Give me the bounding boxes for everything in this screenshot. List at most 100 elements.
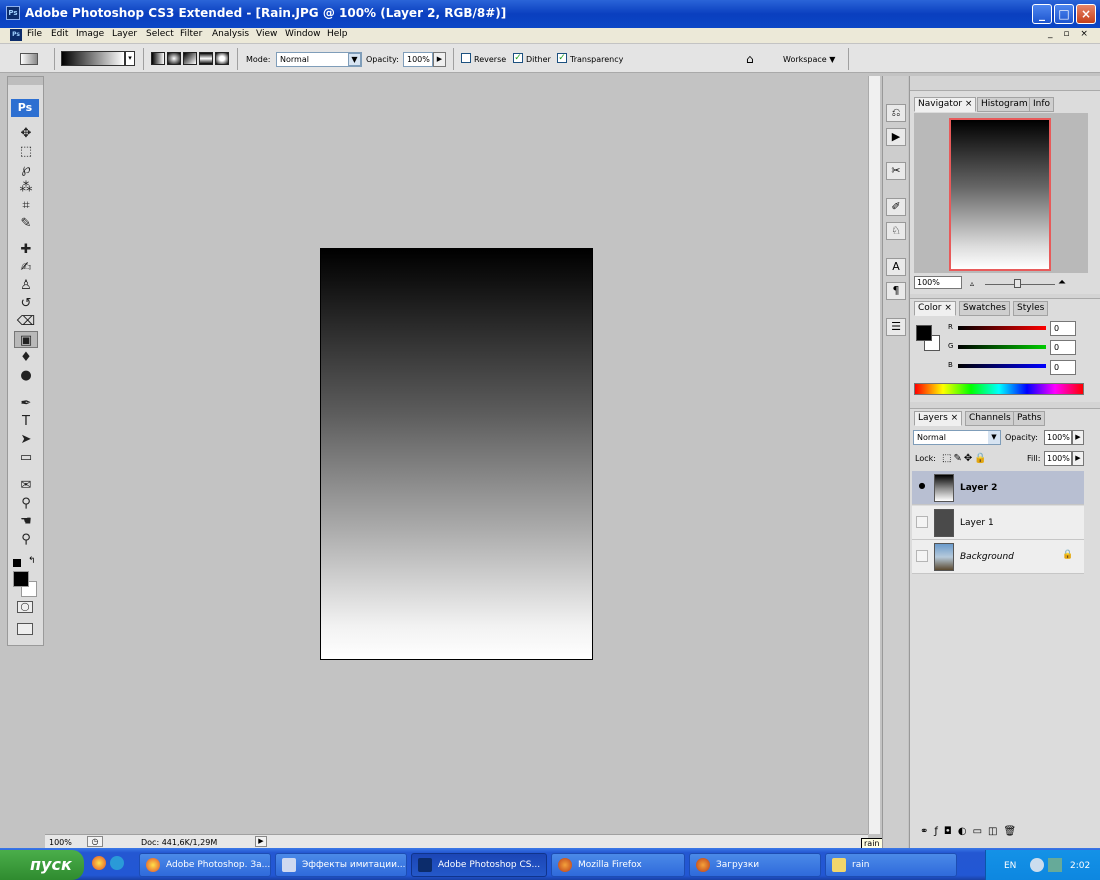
layer-name[interactable]: Layer 1 — [960, 518, 994, 528]
crop-icon[interactable]: ⌗ — [14, 197, 38, 214]
status-info-icon[interactable]: ◷ — [87, 836, 103, 847]
zoom-icon[interactable]: ⚲ — [14, 531, 38, 548]
gradient-dropdown-arrow-icon[interactable]: ▾ — [125, 51, 135, 66]
add-mask-icon[interactable]: ◘ — [944, 826, 958, 837]
tool-presets-icon[interactable]: ✂ — [886, 162, 906, 180]
magic-wand-icon[interactable]: ⁂ — [14, 179, 38, 196]
ps-logo[interactable]: Ps — [11, 99, 39, 117]
shape-icon[interactable]: ▭ — [14, 449, 38, 466]
zoom-out-icon[interactable]: ▵ — [970, 279, 974, 288]
menu-view[interactable]: View — [256, 29, 277, 39]
opacity-arrow-icon[interactable]: ▶ — [1072, 430, 1084, 445]
gradient-icon[interactable]: ▣ — [14, 331, 38, 348]
channel-b-slider[interactable] — [958, 364, 1046, 368]
eye-icon[interactable]: ● — [916, 481, 928, 493]
tab-styles[interactable]: Styles — [1013, 301, 1049, 316]
menu-window[interactable]: Window — [285, 29, 321, 39]
status-zoom[interactable]: 100% — [49, 838, 72, 847]
layer-comps-icon[interactable]: ☰ — [886, 318, 906, 336]
eraser-icon[interactable]: ⌫ — [14, 313, 38, 330]
document-icon[interactable]: Ps — [10, 29, 22, 41]
bridge-icon[interactable]: ⌂ — [746, 52, 766, 66]
toolbox-grip[interactable] — [8, 77, 43, 85]
taskbar-item-effects[interactable]: Эффекты имитации... — [275, 853, 407, 877]
minimize-button[interactable]: _ — [1032, 4, 1052, 24]
visibility-toggle[interactable] — [916, 550, 928, 562]
layer-row-layer-2[interactable]: ● Layer 2 — [912, 471, 1084, 505]
menu-help[interactable]: Help — [327, 29, 348, 39]
notes-icon[interactable]: ✉ — [14, 477, 38, 494]
menu-filter[interactable]: Filter — [180, 29, 202, 39]
vertical-scrollbar[interactable] — [868, 76, 880, 834]
start-button[interactable]: пуск — [0, 850, 84, 880]
layer-row-layer-1[interactable]: Layer 1 — [912, 506, 1084, 540]
layer-name[interactable]: Background — [960, 552, 1014, 562]
tab-navigator[interactable]: Navigator × — [914, 97, 977, 112]
angle-gradient-icon[interactable] — [183, 52, 197, 65]
channel-r-slider[interactable] — [958, 326, 1046, 330]
opacity-arrow-icon[interactable]: ▶ — [433, 52, 446, 67]
tray-app-icon[interactable] — [1048, 858, 1062, 872]
adjustment-layer-icon[interactable]: ◐ — [958, 826, 973, 837]
type-icon[interactable]: T — [14, 413, 38, 430]
menu-edit[interactable]: Edit — [51, 29, 68, 39]
radial-gradient-icon[interactable] — [167, 52, 181, 65]
opacity-input[interactable]: 100% — [403, 52, 433, 67]
default-colors-icon[interactable] — [13, 559, 21, 567]
reflected-gradient-icon[interactable] — [199, 52, 213, 65]
marquee-icon[interactable]: ⬚ — [14, 143, 38, 160]
eyedropper-icon[interactable]: ⚲ — [14, 495, 38, 512]
zoom-in-icon[interactable]: ⏶ — [1058, 277, 1066, 288]
paragraph-icon[interactable]: ¶ — [886, 282, 906, 300]
tab-paths[interactable]: Paths — [1013, 411, 1046, 426]
delete-layer-icon[interactable]: 🗑 — [1003, 826, 1022, 837]
foreground-color-swatch[interactable] — [13, 571, 29, 587]
history-brush-icon[interactable]: ↺ — [14, 295, 38, 312]
channel-g-slider[interactable] — [958, 345, 1046, 349]
visibility-toggle[interactable] — [916, 516, 928, 528]
layer-opacity-input[interactable]: 100% — [1044, 430, 1072, 445]
close-button[interactable]: × — [1076, 4, 1096, 24]
menu-layer[interactable]: Layer — [112, 29, 137, 39]
dodge-icon[interactable]: ● — [14, 367, 38, 384]
diamond-gradient-icon[interactable] — [215, 52, 229, 65]
channel-g-input[interactable]: 0 — [1050, 340, 1076, 355]
taskbar-item-rain-folder[interactable]: rain — [825, 853, 957, 877]
link-layers-icon[interactable]: ⚭ — [920, 826, 934, 837]
quicklaunch-chrome-icon[interactable] — [92, 856, 106, 870]
tab-layers[interactable]: Layers × — [914, 411, 963, 426]
quicklaunch-ie-icon[interactable] — [110, 856, 124, 870]
status-menu-arrow-icon[interactable]: ▶ — [255, 836, 267, 847]
navigator-zoom-input[interactable]: 100% — [914, 276, 962, 289]
move-icon[interactable]: ✥ — [14, 125, 38, 142]
taskbar-item-photoshop-cs[interactable]: Adobe Photoshop CS... — [411, 853, 547, 877]
blur-icon[interactable]: ♦ — [14, 349, 38, 366]
taskbar-item-firefox[interactable]: Mozilla Firefox — [551, 853, 685, 877]
lasso-icon[interactable]: ℘ — [14, 161, 38, 178]
menu-select[interactable]: Select — [146, 29, 174, 39]
screen-mode-icon[interactable] — [17, 623, 33, 635]
chevron-down-icon[interactable]: ▼ — [988, 431, 1000, 444]
tab-color[interactable]: Color × — [914, 301, 956, 316]
tab-histogram[interactable]: Histogram — [977, 97, 1032, 112]
color-foreground-swatch[interactable] — [916, 325, 932, 341]
new-group-icon[interactable]: ▭ — [973, 826, 988, 837]
stamp-icon[interactable]: ♙ — [14, 277, 38, 294]
path-select-icon[interactable]: ➤ — [14, 431, 38, 448]
tool-preset-icon[interactable] — [20, 53, 38, 65]
zoom-slider-thumb[interactable] — [1014, 279, 1021, 288]
pen-icon[interactable]: ✒ — [14, 395, 38, 412]
reverse-checkbox[interactable] — [461, 53, 471, 63]
color-spectrum-bar[interactable] — [914, 383, 1084, 395]
channel-r-input[interactable]: 0 — [1050, 321, 1076, 336]
taskbar-item-photoshop-chrome[interactable]: Adobe Photoshop. За... — [139, 853, 271, 877]
character-icon[interactable]: A — [886, 258, 906, 276]
tray-network-icon[interactable] — [1030, 858, 1044, 872]
fx-icon[interactable]: ƒ — [934, 826, 944, 837]
chevron-down-icon[interactable]: ▼ — [348, 53, 361, 66]
layer-name[interactable]: Layer 2 — [960, 483, 997, 493]
dither-checkbox[interactable]: ✓ — [513, 53, 523, 63]
menu-image[interactable]: Image — [76, 29, 104, 39]
healing-icon[interactable]: ✚ — [14, 241, 38, 258]
window-titlebar[interactable]: Ps Adobe Photoshop CS3 Extended - [Rain.… — [0, 0, 1100, 28]
